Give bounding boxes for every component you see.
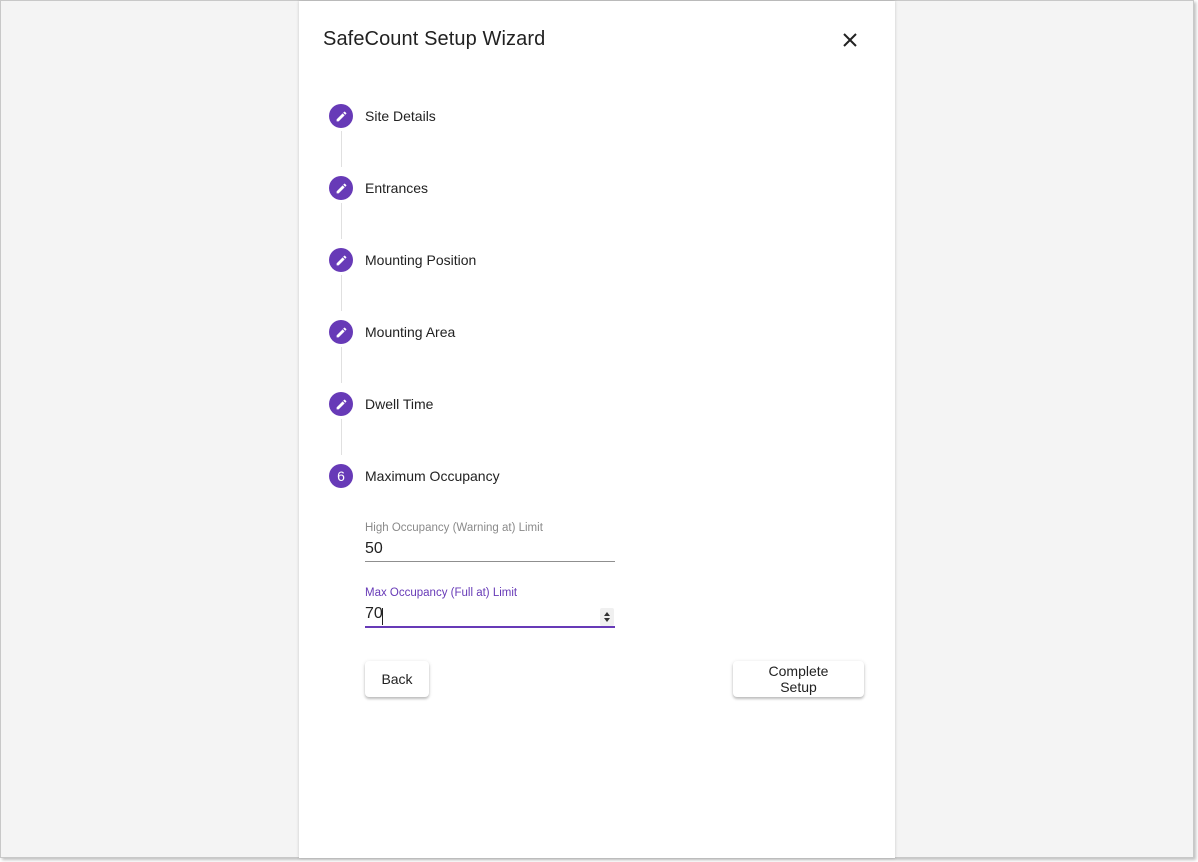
edit-icon — [336, 399, 346, 409]
edit-icon — [336, 183, 346, 193]
step-label: Maximum Occupancy — [365, 468, 500, 484]
edit-icon — [336, 327, 346, 337]
input-underline-focused — [365, 626, 615, 628]
stepper-arrows-icon — [604, 612, 610, 622]
close-button[interactable] — [835, 25, 865, 55]
edit-icon — [336, 255, 346, 265]
step-connector — [341, 347, 342, 383]
step-edit-indicator — [329, 176, 353, 200]
step-label: Mounting Position — [365, 252, 477, 268]
setup-wizard-dialog: SafeCount Setup Wizard Site Details Entr… — [299, 1, 895, 858]
step-connector — [341, 203, 342, 239]
back-button[interactable]: Back — [365, 661, 429, 697]
step-label: Mounting Area — [365, 324, 456, 340]
step-mounting-position[interactable]: Mounting Position — [329, 248, 476, 272]
step-label: Site Details — [365, 108, 436, 124]
complete-setup-button[interactable]: Complete Setup — [733, 661, 864, 697]
step-edit-indicator — [329, 248, 353, 272]
step-mounting-area[interactable]: Mounting Area — [329, 320, 455, 344]
window-frame: SafeCount Setup Wizard Site Details Entr… — [0, 0, 1194, 858]
step-entrances[interactable]: Entrances — [329, 176, 428, 200]
input-underline — [365, 561, 615, 562]
step-edit-indicator — [329, 104, 353, 128]
step-edit-indicator — [329, 320, 353, 344]
step-site-details[interactable]: Site Details — [329, 104, 436, 128]
text-caret — [382, 608, 383, 625]
step-dwell-time[interactable]: Dwell Time — [329, 392, 433, 416]
edit-icon — [336, 111, 346, 121]
dialog-title: SafeCount Setup Wizard — [323, 28, 546, 50]
high-occupancy-input[interactable] — [365, 535, 615, 561]
close-icon — [843, 33, 857, 47]
max-occupancy-label: Max Occupancy (Full at) Limit — [365, 587, 518, 599]
max-occupancy-field: Max Occupancy (Full at) Limit — [365, 586, 615, 628]
max-occupancy-input[interactable] — [365, 600, 615, 626]
step-number-badge: 6 — [329, 464, 353, 488]
high-occupancy-label: High Occupancy (Warning at) Limit — [365, 522, 543, 534]
step-maximum-occupancy[interactable]: 6 Maximum Occupancy — [329, 464, 500, 488]
high-occupancy-field: High Occupancy (Warning at) Limit — [365, 521, 615, 562]
number-stepper[interactable] — [600, 608, 614, 626]
step-connector — [341, 275, 342, 311]
step-connector — [341, 419, 342, 455]
step-label: Entrances — [365, 180, 429, 196]
step-edit-indicator — [329, 392, 353, 416]
step-connector — [341, 131, 342, 167]
step-label: Dwell Time — [365, 396, 434, 412]
